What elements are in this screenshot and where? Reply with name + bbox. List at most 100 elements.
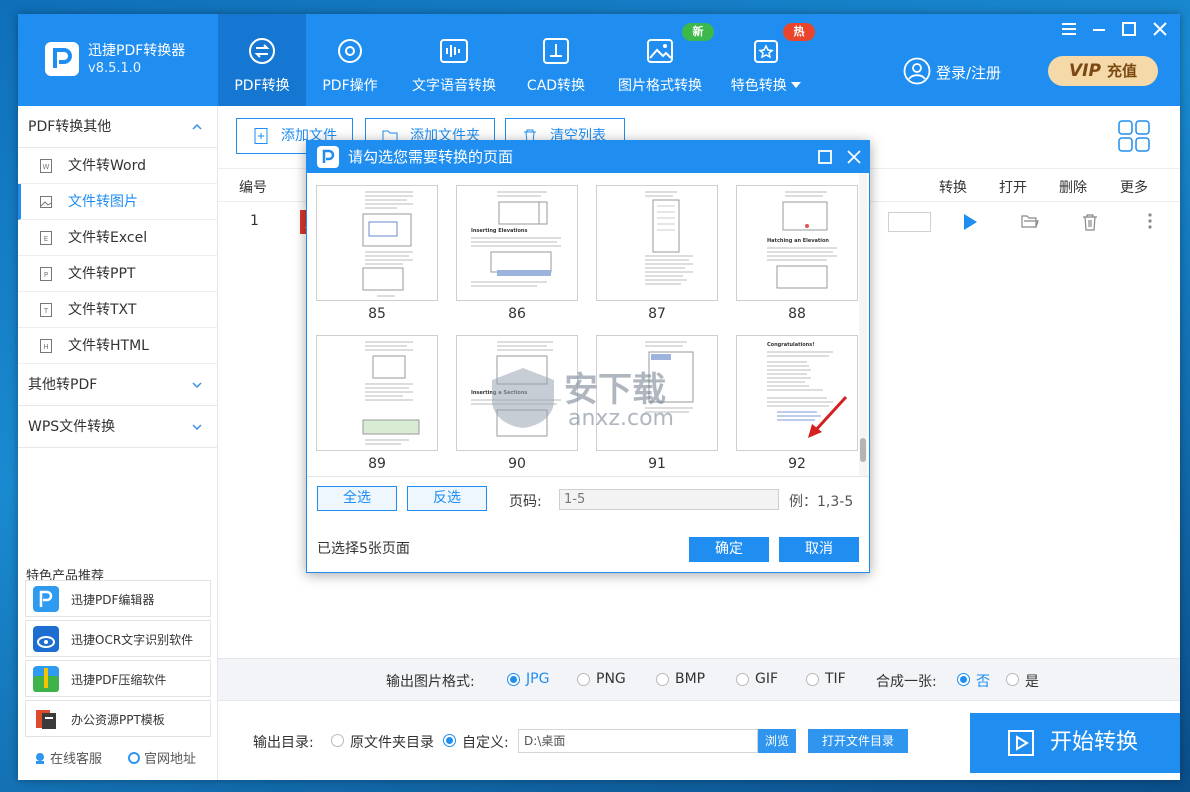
radio-png[interactable] bbox=[577, 673, 590, 686]
website-link[interactable]: 官网地址 bbox=[128, 748, 196, 767]
red-arrow-annotation bbox=[808, 395, 848, 438]
maximize-icon[interactable] bbox=[818, 150, 832, 164]
close-icon[interactable] bbox=[847, 150, 861, 164]
online-service-link[interactable]: 在线客服 bbox=[34, 748, 102, 767]
nav-pdf-operate[interactable]: PDF操作 bbox=[306, 14, 394, 106]
image-icon bbox=[647, 39, 673, 63]
radio-original-dir[interactable] bbox=[331, 734, 344, 747]
vip-label: 充值 bbox=[1106, 62, 1137, 80]
nav-text-voice[interactable]: 文字语音转换 bbox=[394, 14, 514, 106]
sidebar-section-other-to-pdf[interactable]: 其他转PDF bbox=[18, 364, 217, 406]
radio-merge-yes[interactable] bbox=[1006, 673, 1019, 686]
format-jpg-label: JPG bbox=[526, 671, 550, 687]
radio-merge-no[interactable] bbox=[957, 673, 970, 686]
headset-icon bbox=[36, 753, 44, 764]
row-number: 1 bbox=[250, 213, 259, 229]
nav-label: CAD转换 bbox=[526, 78, 586, 94]
format-png-label: PNG bbox=[596, 671, 626, 687]
zip-icon bbox=[33, 666, 59, 692]
page-thumbnail[interactable] bbox=[596, 185, 718, 301]
pdf-editor-icon bbox=[33, 586, 59, 612]
file-glyph: H bbox=[43, 343, 48, 351]
radio-gif[interactable] bbox=[736, 673, 749, 686]
more-icon[interactable] bbox=[1148, 213, 1152, 229]
open-dir-button[interactable]: 打开文件目录 bbox=[808, 729, 908, 753]
open-folder-icon[interactable] bbox=[1021, 213, 1039, 229]
output-path-input[interactable]: D:\桌面 bbox=[518, 729, 758, 753]
select-all-button[interactable]: 全选 bbox=[317, 486, 397, 511]
recommend-ppt-template[interactable]: 办公资源PPT模板 bbox=[25, 700, 211, 737]
menu-icon[interactable] bbox=[1061, 21, 1077, 37]
sidebar-item-to-excel[interactable]: E 文件转Excel bbox=[18, 220, 217, 256]
sidebar-item-to-html[interactable]: H 文件转HTML bbox=[18, 328, 217, 364]
radio-custom-dir[interactable] bbox=[443, 734, 456, 747]
page-thumbnail[interactable]: Inserting Elevations bbox=[456, 185, 578, 301]
output-dir-bar: 输出目录: 原文件夹目录 自定义: D:\桌面 浏览 打开文件目录 开始转换 bbox=[218, 700, 1180, 780]
recommend-pdf-editor[interactable]: 迅捷PDF编辑器 bbox=[25, 580, 211, 617]
play-icon[interactable] bbox=[962, 213, 978, 231]
page-preview bbox=[362, 191, 413, 297]
radio-jpg[interactable] bbox=[507, 673, 520, 686]
recommend-ocr[interactable]: 迅捷OCR文字识别软件 bbox=[25, 620, 211, 657]
file-icon: H bbox=[40, 339, 52, 353]
format-gif-label: GIF bbox=[755, 671, 779, 687]
page-number: 87 bbox=[648, 306, 666, 322]
watermark: 安下载 anxz.com bbox=[488, 360, 703, 435]
page-preview: Inserting Elevations bbox=[471, 191, 561, 287]
page-select-dialog: 请勾选您需要转换的页面 85 Inserting Elevations 86 8… bbox=[306, 140, 870, 573]
output-format-bar: 输出图片格式: JPG PNG BMP GIF TIF 合成一张: 否 是 bbox=[218, 658, 1180, 700]
col-more: 更多 bbox=[1120, 180, 1148, 196]
page-number: 92 bbox=[788, 456, 806, 472]
voice-wave-icon bbox=[440, 39, 468, 63]
radio-bmp[interactable] bbox=[656, 673, 669, 686]
page-heading: Inserting Elevations bbox=[471, 228, 527, 234]
merge-label: 合成一张: bbox=[876, 674, 937, 690]
recommend-compress[interactable]: 迅捷PDF压缩软件 bbox=[25, 660, 211, 697]
col-number: 编号 bbox=[239, 180, 267, 196]
page-thumbnail[interactable]: Hatching an Elevation bbox=[736, 185, 858, 301]
page-thumbnail[interactable] bbox=[316, 185, 438, 301]
grid-view-icon[interactable] bbox=[1118, 120, 1150, 152]
app-logo-icon bbox=[45, 42, 79, 76]
file-icon: P bbox=[40, 267, 52, 281]
nav-cad-convert[interactable]: CAD转换 bbox=[514, 14, 598, 106]
scrollbar[interactable] bbox=[859, 173, 867, 477]
page-number: 90 bbox=[508, 456, 526, 472]
page-number: 86 bbox=[508, 306, 526, 322]
confirm-button[interactable]: 确定 bbox=[689, 537, 769, 562]
nav-label: PDF操作 bbox=[322, 78, 378, 94]
new-badge: 新 bbox=[682, 23, 714, 41]
start-convert-button[interactable]: 开始转换 bbox=[970, 713, 1180, 773]
minimize-icon[interactable] bbox=[1091, 21, 1107, 37]
invert-selection-button[interactable]: 反选 bbox=[407, 486, 487, 511]
sidebar-item-to-image[interactable]: 文件转图片 bbox=[18, 184, 217, 220]
page-heading: Hatching an Elevation bbox=[767, 238, 829, 244]
selected-count: 已选择5张页面 bbox=[317, 541, 410, 557]
page-thumbnail[interactable] bbox=[316, 335, 438, 451]
radio-tif[interactable] bbox=[806, 673, 819, 686]
merge-yes-label: 是 bbox=[1025, 674, 1039, 690]
close-icon[interactable] bbox=[1152, 21, 1168, 37]
image-file-icon bbox=[40, 196, 52, 208]
format-bmp-label: BMP bbox=[675, 671, 706, 687]
page-range-input[interactable]: 1-5 bbox=[559, 489, 779, 510]
sidebar-item-to-txt[interactable]: T 文件转TXT bbox=[18, 292, 217, 328]
scrollbar-thumb[interactable] bbox=[860, 438, 866, 462]
browse-button[interactable]: 浏览 bbox=[758, 729, 796, 753]
sidebar-item-to-word[interactable]: W 文件转Word bbox=[18, 148, 217, 184]
vip-recharge-button[interactable]: VIP 充值 bbox=[1048, 56, 1158, 86]
ppt-template-icon bbox=[36, 710, 56, 729]
custom-dir-label: 自定义: bbox=[462, 735, 509, 751]
sidebar-item-to-ppt[interactable]: P 文件转PPT bbox=[18, 256, 217, 292]
maximize-icon[interactable] bbox=[1121, 21, 1137, 37]
output-dir-label: 输出目录: bbox=[253, 735, 314, 751]
delete-icon[interactable] bbox=[1082, 213, 1098, 231]
cancel-button[interactable]: 取消 bbox=[779, 537, 859, 562]
nav-pdf-convert[interactable]: PDF转换 bbox=[218, 14, 306, 106]
sidebar-section-pdf-to-other[interactable]: PDF转换其他 bbox=[18, 106, 217, 148]
vip-text: VIP bbox=[1069, 61, 1101, 81]
page-preview bbox=[645, 191, 693, 285]
file-glyph: E bbox=[44, 235, 48, 243]
sidebar-section-wps[interactable]: WPS文件转换 bbox=[18, 406, 217, 448]
page-number: 85 bbox=[368, 306, 386, 322]
